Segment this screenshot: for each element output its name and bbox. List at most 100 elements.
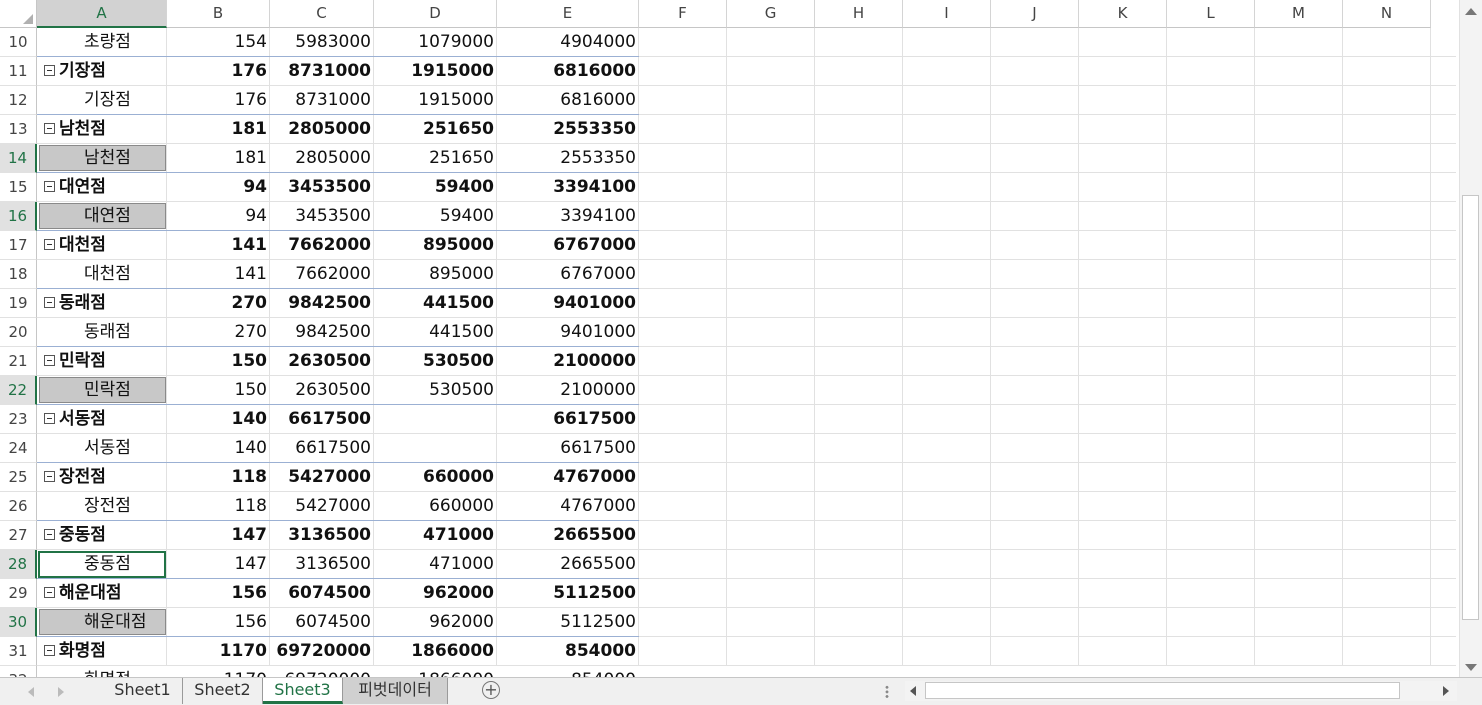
cell-e-29[interactable]: 5112500 [497, 579, 639, 608]
sheet-tab-4[interactable]: 피벗데이터 [343, 678, 448, 704]
cell-e-21[interactable]: 2100000 [497, 347, 639, 376]
column-header-f[interactable]: F [639, 0, 727, 28]
column-header-g[interactable]: G [727, 0, 815, 28]
cell-e-30[interactable]: 5112500 [497, 608, 639, 637]
pivot-group-label[interactable]: 민락점 [37, 347, 167, 376]
row-header-20[interactable]: 20 [0, 318, 37, 347]
pivot-group-label[interactable]: 해운대점 [37, 579, 167, 608]
cell-c-26[interactable]: 5427000 [270, 492, 374, 521]
pivot-item-label[interactable]: 대연점 [37, 202, 167, 231]
pivot-group-label[interactable]: 남천점 [37, 115, 167, 144]
cell-c-16[interactable]: 3453500 [270, 202, 374, 231]
cell-d-19[interactable]: 441500 [374, 289, 497, 318]
row-header-13[interactable]: 13 [0, 115, 37, 144]
column-header-l[interactable]: L [1167, 0, 1255, 28]
cell-d-16[interactable]: 59400 [374, 202, 497, 231]
cell-b-23[interactable]: 140 [167, 405, 270, 434]
column-header-d[interactable]: D [374, 0, 497, 28]
column-header-i[interactable]: I [903, 0, 991, 28]
cell-c-21[interactable]: 2630500 [270, 347, 374, 376]
pivot-item-label[interactable]: 해운대점 [37, 608, 167, 637]
pivot-group-label[interactable]: 장전점 [37, 463, 167, 492]
cell-d-25[interactable]: 660000 [374, 463, 497, 492]
cell-d-31[interactable]: 1866000 [374, 637, 497, 666]
row-header-30[interactable]: 30 [0, 608, 37, 637]
cell-c-10[interactable]: 5983000 [270, 28, 374, 57]
cell-c-11[interactable]: 8731000 [270, 57, 374, 86]
row-header-21[interactable]: 21 [0, 347, 37, 376]
cell-d-29[interactable]: 962000 [374, 579, 497, 608]
row-header-11[interactable]: 11 [0, 57, 37, 86]
scroll-down-arrow-icon[interactable] [1465, 664, 1477, 671]
cell-b-24[interactable]: 140 [167, 434, 270, 463]
cell-e-12[interactable]: 6816000 [497, 86, 639, 115]
cell-c-12[interactable]: 8731000 [270, 86, 374, 115]
cell-d-30[interactable]: 962000 [374, 608, 497, 637]
vertical-scroll-thumb[interactable] [1462, 195, 1479, 620]
cell-c-25[interactable]: 5427000 [270, 463, 374, 492]
cell-e-26[interactable]: 4767000 [497, 492, 639, 521]
tab-splitter-handle[interactable] [885, 685, 889, 699]
cell-e-18[interactable]: 6767000 [497, 260, 639, 289]
cell-d-28[interactable]: 471000 [374, 550, 497, 579]
cell-b-14[interactable]: 181 [167, 144, 270, 173]
cell-b-31[interactable]: 1170 [167, 637, 270, 666]
row-header-18[interactable]: 18 [0, 260, 37, 289]
cell-b-16[interactable]: 94 [167, 202, 270, 231]
tab-scroll-left-icon[interactable] [28, 687, 34, 697]
pivot-item-label[interactable]: 장전점 [37, 492, 167, 521]
cell-b-17[interactable]: 141 [167, 231, 270, 260]
cell-b-10[interactable]: 154 [167, 28, 270, 57]
row-header-31[interactable]: 31 [0, 637, 37, 666]
collapse-minus-icon[interactable] [44, 355, 55, 366]
column-header-c[interactable]: C [270, 0, 374, 28]
row-header-29[interactable]: 29 [0, 579, 37, 608]
column-header-b[interactable]: B [167, 0, 270, 28]
pivot-item-label[interactable]: 남천점 [37, 144, 167, 173]
cell-d-15[interactable]: 59400 [374, 173, 497, 202]
cell-b-15[interactable]: 94 [167, 173, 270, 202]
cell-d-21[interactable]: 530500 [374, 347, 497, 376]
cell-d-27[interactable]: 471000 [374, 521, 497, 550]
cell-e-31[interactable]: 854000 [497, 637, 639, 666]
cell-b-11[interactable]: 176 [167, 57, 270, 86]
collapse-minus-icon[interactable] [44, 65, 55, 76]
cell-d-14[interactable]: 251650 [374, 144, 497, 173]
pivot-group-label[interactable]: 대연점 [37, 173, 167, 202]
row-header-16[interactable]: 16 [0, 202, 37, 231]
cell-e-15[interactable]: 3394100 [497, 173, 639, 202]
column-header-a[interactable]: A [37, 0, 167, 28]
scroll-left-arrow-icon[interactable] [910, 686, 916, 696]
collapse-minus-icon[interactable] [44, 529, 55, 540]
cell-d-10[interactable]: 1079000 [374, 28, 497, 57]
row-header-17[interactable]: 17 [0, 231, 37, 260]
collapse-minus-icon[interactable] [44, 587, 55, 598]
cell-b-29[interactable]: 156 [167, 579, 270, 608]
pivot-group-label[interactable]: 기장점 [37, 57, 167, 86]
cell-c-31[interactable]: 69720000 [270, 637, 374, 666]
cell-c-22[interactable]: 2630500 [270, 376, 374, 405]
cell-e-10[interactable]: 4904000 [497, 28, 639, 57]
cell-e-27[interactable]: 2665500 [497, 521, 639, 550]
cell-c-20[interactable]: 9842500 [270, 318, 374, 347]
collapse-minus-icon[interactable] [44, 181, 55, 192]
row-header-24[interactable]: 24 [0, 434, 37, 463]
cell-c-19[interactable]: 9842500 [270, 289, 374, 318]
column-header-n[interactable]: N [1343, 0, 1431, 28]
collapse-minus-icon[interactable] [44, 239, 55, 250]
cell-e-16[interactable]: 3394100 [497, 202, 639, 231]
cell-c-30[interactable]: 6074500 [270, 608, 374, 637]
pivot-item-label[interactable]: 민락점 [37, 376, 167, 405]
pivot-group-label[interactable]: 화명점 [37, 637, 167, 666]
cell-d-22[interactable]: 530500 [374, 376, 497, 405]
cell-e-19[interactable]: 9401000 [497, 289, 639, 318]
cell-e-24[interactable]: 6617500 [497, 434, 639, 463]
cell-b-27[interactable]: 147 [167, 521, 270, 550]
select-all-corner[interactable] [0, 0, 37, 28]
cell-b-28[interactable]: 147 [167, 550, 270, 579]
cell-b-18[interactable]: 141 [167, 260, 270, 289]
cell-b-19[interactable]: 270 [167, 289, 270, 318]
row-header-12[interactable]: 12 [0, 86, 37, 115]
pivot-group-label[interactable]: 동래점 [37, 289, 167, 318]
scroll-up-arrow-icon[interactable] [1465, 8, 1477, 15]
